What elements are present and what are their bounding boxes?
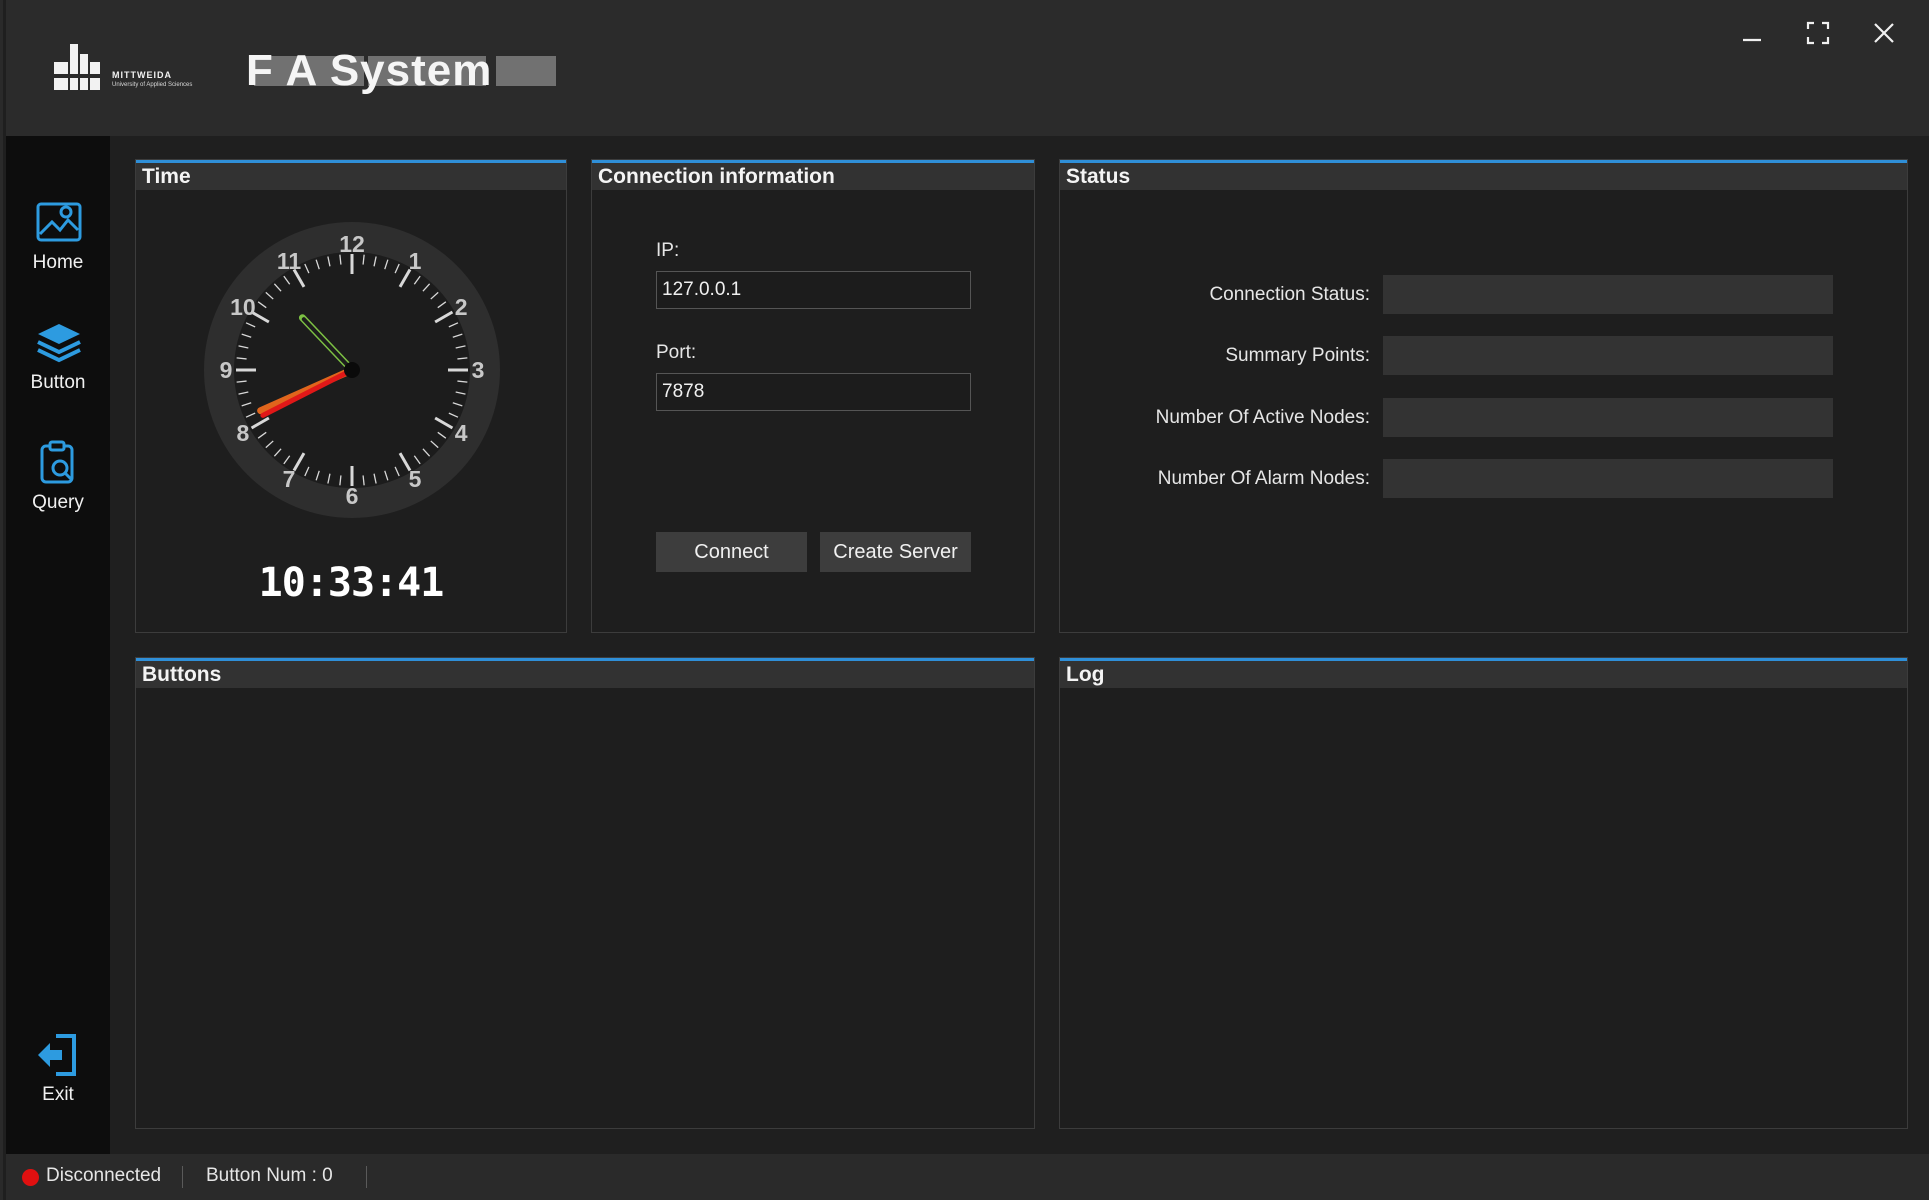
button-count-text: Button Num : 0 <box>206 1165 333 1186</box>
sidebar-item-label: Button <box>30 372 86 393</box>
clock-numeral: 4 <box>455 420 468 446</box>
panel-title: Buttons <box>142 663 222 686</box>
panel-header: Log <box>1060 658 1907 688</box>
status-separator <box>182 1166 183 1188</box>
minimize-icon <box>1743 38 1761 42</box>
clock-numeral: 12 <box>339 231 365 257</box>
panel-title: Log <box>1066 663 1105 686</box>
title-blur-3 <box>496 56 556 86</box>
university-logo: MITTWEIDA University of Applied Sciences <box>54 44 204 94</box>
app-window: MITTWEIDA University of Applied Sciences… <box>0 0 1929 1200</box>
title-bar[interactable]: MITTWEIDA University of Applied Sciences… <box>6 0 1929 136</box>
clock-numeral: 9 <box>220 357 233 383</box>
clock-numeral: 3 <box>472 357 485 383</box>
clock-numeral: 5 <box>409 466 422 492</box>
exit-icon <box>38 1034 76 1076</box>
logo-subtext: University of Applied Sciences <box>112 82 193 88</box>
connect-button[interactable]: Connect <box>656 532 807 572</box>
minimize-button[interactable] <box>1730 14 1774 52</box>
connection-status-value <box>1383 275 1833 314</box>
analog-clock: 121234567891011 <box>204 222 500 518</box>
sidebar-item-exit[interactable]: Exit <box>6 1032 110 1132</box>
logo-text: MITTWEIDA <box>112 70 172 80</box>
clipboard-search-icon <box>40 440 74 484</box>
sidebar-item-label: Exit <box>42 1084 74 1105</box>
close-icon <box>1874 23 1894 43</box>
log-panel: Log <box>1059 657 1908 1129</box>
active-nodes-value <box>1383 398 1833 437</box>
maximize-icon <box>1806 21 1830 45</box>
layers-icon <box>37 324 81 363</box>
clock-numeral: 2 <box>455 294 468 320</box>
connection-status-label: Connection Status: <box>1209 284 1370 305</box>
connection-indicator-dot <box>22 1169 39 1186</box>
sidebar-item-query[interactable]: Query <box>6 440 110 540</box>
sidebar-item-home[interactable]: Home <box>6 200 110 300</box>
sidebar-item-label: Home <box>32 252 84 273</box>
status-panel: Status Connection Status: Summary Points… <box>1059 159 1908 633</box>
connection-panel: Connection information IP: Port: Connect… <box>591 159 1035 633</box>
status-bar: Disconnected Button Num : 0 <box>6 1154 1929 1200</box>
summary-points-value <box>1383 336 1833 375</box>
panel-title: Time <box>142 165 191 188</box>
home-map-icon <box>36 202 82 242</box>
buttons-panel: Buttons <box>135 657 1035 1129</box>
digital-time: 10:33:41 <box>258 560 445 606</box>
maximize-button[interactable] <box>1796 14 1840 52</box>
sidebar: Home Button Query Exit <box>6 136 110 1154</box>
connection-status-text: Disconnected <box>46 1165 162 1186</box>
clock-numeral: 6 <box>346 483 359 509</box>
status-separator <box>366 1166 367 1188</box>
summary-points-label: Summary Points: <box>1225 345 1370 366</box>
port-input[interactable] <box>656 373 971 411</box>
port-label: Port: <box>656 342 697 363</box>
ip-label: IP: <box>656 240 680 261</box>
create-server-button[interactable]: Create Server <box>820 532 971 572</box>
sidebar-item-label: Query <box>32 492 84 513</box>
close-button[interactable] <box>1862 14 1906 52</box>
status-labels: Connection Status: Summary Points: Numbe… <box>1060 160 1370 634</box>
sidebar-item-button[interactable]: Button <box>6 320 110 420</box>
app-title: F A System <box>246 46 493 95</box>
ip-input[interactable] <box>656 271 971 309</box>
alarm-nodes-label: Number Of Alarm Nodes: <box>1157 468 1370 489</box>
panel-header: Time <box>136 160 566 190</box>
clock-numeral: 1 <box>409 248 422 274</box>
clock-center-pin <box>344 362 360 378</box>
alarm-nodes-value <box>1383 459 1833 498</box>
panel-header: Buttons <box>136 658 1034 688</box>
clock-numeral: 10 <box>230 294 256 320</box>
active-nodes-label: Number Of Active Nodes: <box>1155 407 1370 428</box>
clock-numeral: 11 <box>277 248 302 274</box>
panel-header: Connection information <box>592 160 1034 190</box>
clock-numeral: 7 <box>283 466 296 492</box>
time-panel: Time 12 1 2 3 4 5 6 7 8 9 10 11 10:33:41 <box>135 159 567 633</box>
panel-title: Connection information <box>598 165 835 188</box>
clock-numeral: 8 <box>236 420 249 446</box>
